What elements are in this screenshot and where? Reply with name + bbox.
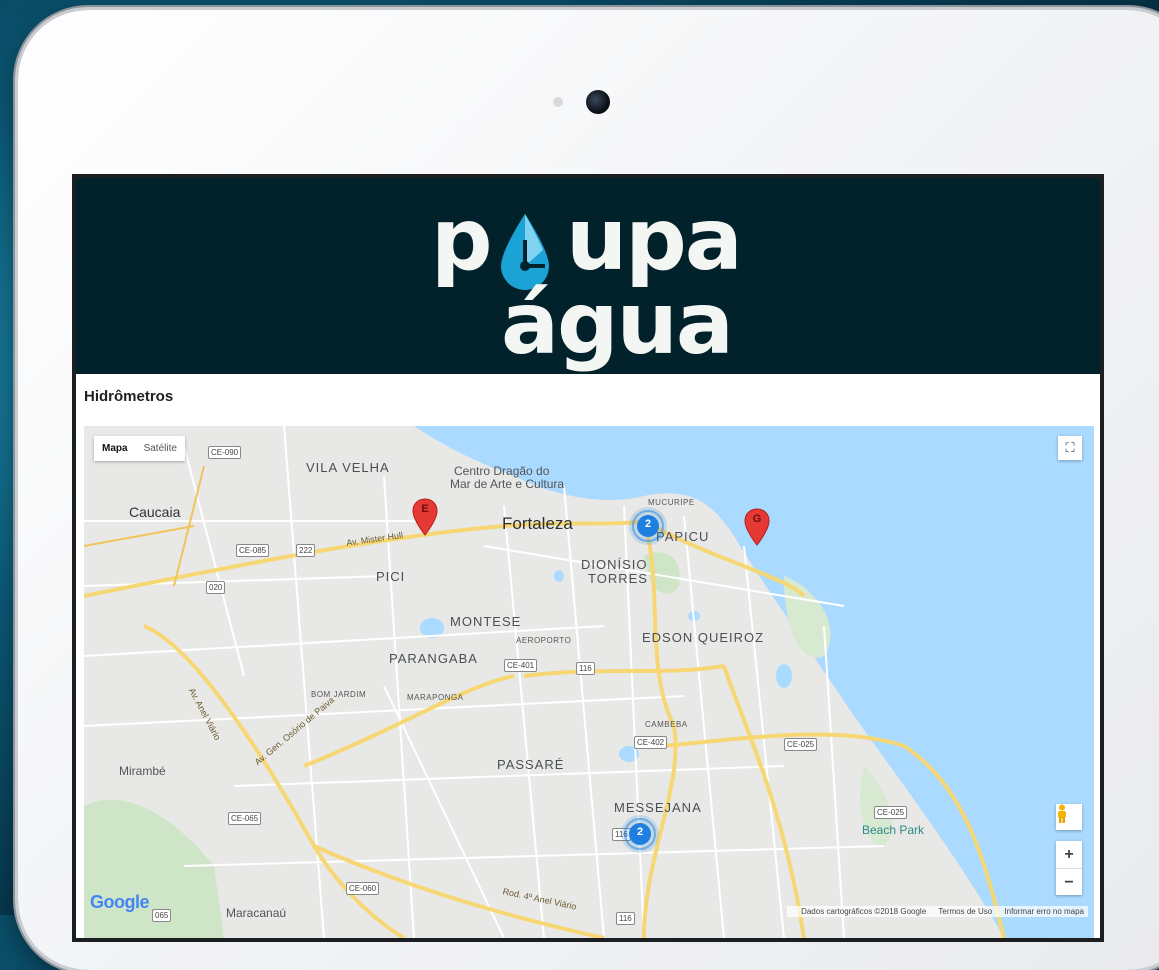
label-beach-park: Beach Park [862, 823, 925, 837]
google-logo[interactable]: Google [90, 892, 150, 913]
poupa-agua-logo[interactable]: p upa água [431, 188, 751, 374]
app-header: p upa água [76, 178, 1100, 374]
fullscreen-icon: ⛶ [1065, 440, 1075, 455]
logo-word-agua: água [501, 274, 734, 374]
zoom-control: + − [1056, 841, 1082, 895]
map-type-control: Mapa Satélite [94, 436, 185, 461]
label-centro-dragao: Centro Dragão do [454, 464, 550, 478]
map-type-map-button[interactable]: Mapa [94, 436, 136, 461]
shield-ce065: CE-065 [228, 812, 262, 825]
hydrometer-marker-e[interactable]: E [412, 498, 438, 536]
tablet-screen: p upa água Hidrômetros VILA VELHA Centro… [76, 178, 1100, 938]
hydrometer-marker-g[interactable]: G [744, 508, 770, 546]
label-dionisio: DIONÍSIO [581, 557, 648, 572]
label-parangaba: PARANGABA [389, 651, 478, 666]
shield-ce090: CE-090 [208, 446, 242, 459]
label-centro-dragao-line2: Mar de Arte e Cultura [450, 477, 565, 491]
map-type-satellite-button[interactable]: Satélite [136, 436, 185, 461]
logo-letter-p: p [431, 190, 493, 290]
marker-cluster-papicu[interactable]: 2 [628, 506, 668, 546]
shield-065: 065 [152, 909, 172, 922]
map-attribution: Dados cartográficos ©2018 Google Termos … [787, 906, 1088, 917]
zoom-in-button[interactable]: + [1056, 841, 1082, 869]
map-canvas [84, 426, 1094, 938]
label-torres: TORRES [588, 571, 648, 586]
cluster-count: 2 [636, 826, 644, 838]
label-maracanau: Maracanaú [226, 906, 287, 920]
street-view-pegman-button[interactable] [1056, 804, 1082, 830]
shield-ce025-north: CE-025 [784, 738, 818, 751]
label-cambeba: CAMBEBA [645, 720, 688, 729]
shield-ce085: CE-085 [236, 544, 270, 557]
page-title: Hidrômetros [84, 388, 174, 405]
map-view[interactable]: VILA VELHA Centro Dragão do Mar de Arte … [84, 426, 1094, 938]
shield-222: 222 [296, 544, 316, 557]
label-edson-queiroz: EDSON QUEIROZ [642, 630, 765, 645]
fullscreen-button[interactable]: ⛶ [1058, 436, 1082, 460]
tablet-frame: p upa água Hidrômetros VILA VELHA Centro… [18, 10, 1159, 970]
label-montese: MONTESE [450, 614, 522, 629]
marker-g-label: G [752, 513, 762, 525]
label-aeroporto: AEROPORTO [516, 636, 572, 645]
cluster-count: 2 [644, 518, 652, 530]
label-pici: PICI [376, 569, 406, 584]
label-bom-jardim: BOM JARDIM [311, 690, 367, 699]
marker-e-label: E [421, 503, 429, 515]
shield-116-south: 116 [616, 912, 635, 925]
label-mirambe: Mirambé [119, 764, 166, 778]
shield-ce060: CE-060 [346, 882, 380, 895]
label-maraponga: MARAPONGA [407, 693, 464, 702]
shield-020: 020 [206, 581, 226, 594]
label-passare: PASSARÉ [497, 757, 565, 772]
shield-116: 116 [576, 662, 595, 675]
label-vila-velha: VILA VELHA [306, 460, 390, 475]
label-caucaia: Caucaia [129, 504, 181, 520]
shield-ce025-south: CE-025 [874, 806, 908, 819]
google-logo-text: Google [90, 892, 150, 912]
label-messejana: MESSEJANA [614, 800, 702, 815]
zoom-out-button[interactable]: − [1056, 869, 1082, 896]
front-camera [586, 90, 610, 114]
front-sensor [553, 97, 563, 107]
pegman-icon [1058, 804, 1066, 823]
shield-ce401: CE-401 [504, 659, 538, 672]
marker-cluster-messejana[interactable]: 2 [620, 814, 660, 854]
shield-ce402: CE-402 [634, 736, 668, 749]
label-fortaleza: Fortaleza [502, 514, 573, 533]
